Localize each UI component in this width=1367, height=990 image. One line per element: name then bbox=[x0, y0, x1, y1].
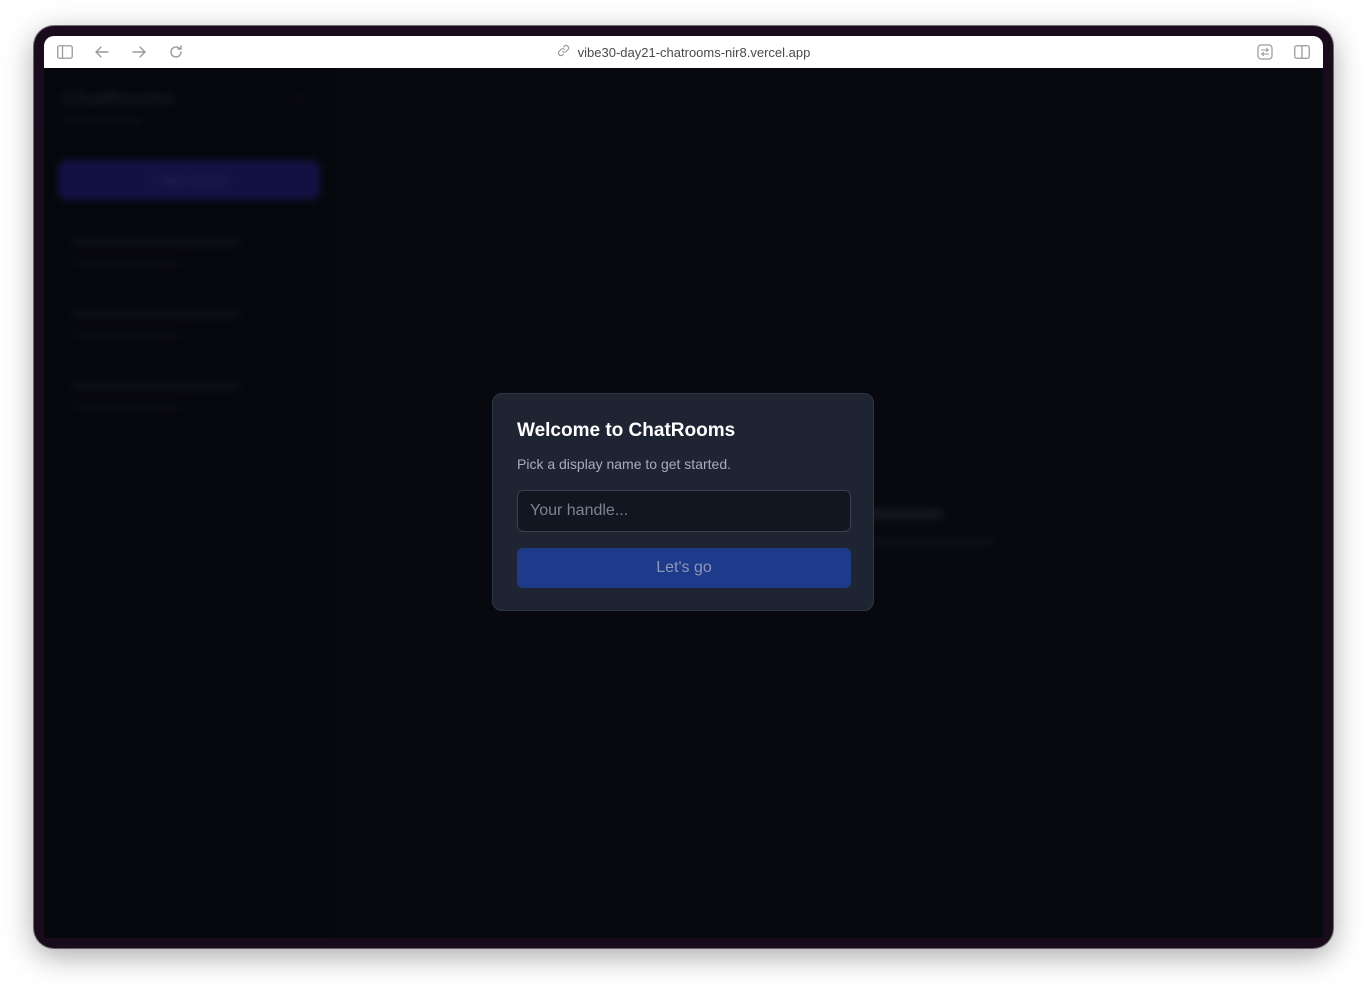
translate-icon[interactable] bbox=[1256, 43, 1274, 61]
welcome-dialog: Welcome to ChatRooms Pick a display name… bbox=[492, 393, 874, 611]
handle-input[interactable] bbox=[517, 490, 851, 532]
url-text: vibe30-day21-chatrooms-nir8.vercel.app bbox=[577, 44, 811, 60]
browser-window: vibe30-day21-chatrooms-nir8.vercel.app C… bbox=[34, 26, 1333, 948]
page-viewport: ChatRooms × + New Room Welcome to ChatRo… bbox=[44, 68, 1323, 938]
browser-toolbar: vibe30-day21-chatrooms-nir8.vercel.app bbox=[44, 36, 1323, 68]
address-bar[interactable]: vibe30-day21-chatrooms-nir8.vercel.app bbox=[44, 36, 1323, 68]
dialog-description: Pick a display name to get started. bbox=[517, 456, 731, 472]
dialog-title: Welcome to ChatRooms bbox=[517, 420, 736, 441]
link-icon bbox=[557, 44, 570, 60]
split-view-icon[interactable] bbox=[1293, 43, 1311, 61]
lets-go-button[interactable]: Let's go bbox=[517, 548, 851, 588]
